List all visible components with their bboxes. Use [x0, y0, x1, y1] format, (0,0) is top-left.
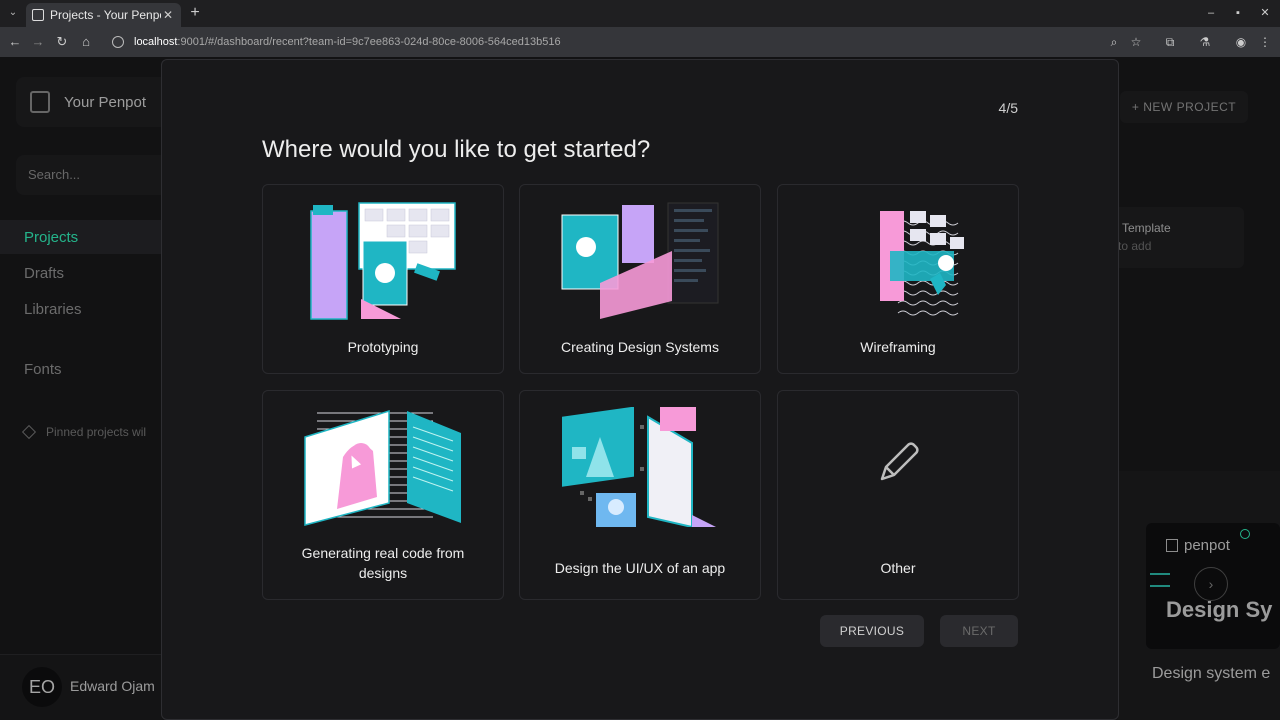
minimize-icon[interactable]: – — [1201, 4, 1221, 22]
back-arrow-icon[interactable]: ← — [6, 33, 24, 51]
reload-icon[interactable]: ↻ — [53, 33, 71, 51]
labs-flask-icon[interactable]: ⚗ — [1196, 33, 1214, 51]
home-icon[interactable]: ⌂ — [77, 33, 95, 51]
option-label: Creating Design Systems — [561, 339, 719, 355]
code-generation-illustration-icon — [304, 409, 461, 526]
wireframing-illustration-icon — [880, 211, 964, 316]
menu-kebab-icon[interactable]: ⋮ — [1256, 33, 1274, 51]
url-field[interactable]: localhost:9001/#/dashboard/recent?team-i… — [104, 31, 1154, 53]
forward-arrow-icon[interactable]: → — [29, 33, 47, 51]
option-label: Other — [880, 560, 916, 576]
option-label: Design the UI/UX of an app — [554, 560, 726, 576]
tab-title: Projects - Your Penpot — [50, 8, 161, 22]
close-window-icon[interactable]: ✕ — [1255, 4, 1275, 22]
pencil-icon — [880, 442, 919, 481]
profile-icon[interactable]: ◉ — [1232, 33, 1250, 51]
option-label: Generating real code from designs — [301, 545, 465, 581]
url-path: :9001/#/dashboard/recent?team-id=9c7ee86… — [177, 36, 561, 48]
address-bar: ← → ↻ ⌂ localhost:9001/#/dashboard/recen… — [0, 27, 1280, 57]
site-info-icon[interactable] — [112, 36, 124, 48]
prototyping-illustration-icon — [310, 202, 456, 320]
extensions-icon[interactable]: ⧉ — [1161, 33, 1179, 51]
modal-question: Where would you like to get started? — [262, 136, 651, 163]
onboarding-modal: 4/5 Where would you like to get started?… — [161, 59, 1119, 720]
next-button[interactable]: NEXT — [940, 615, 1018, 647]
option-wireframing[interactable]: Wireframing — [777, 184, 1019, 374]
option-label: Prototyping — [347, 339, 419, 355]
new-tab-plus-icon[interactable]: + — [186, 4, 204, 22]
browser-tab-bar: ⌄ Projects - Your Penpot ✕ + – ▪ ✕ — [0, 0, 1280, 27]
design-systems-illustration-icon — [561, 202, 719, 319]
maximize-icon[interactable]: ▪ — [1228, 4, 1248, 22]
option-other[interactable]: Other — [777, 390, 1019, 600]
step-counter: 4/5 — [998, 100, 1018, 116]
browser-tab[interactable]: Projects - Your Penpot ✕ — [26, 3, 181, 27]
tab-close-icon[interactable]: ✕ — [161, 8, 175, 22]
previous-button[interactable]: PREVIOUS — [820, 615, 924, 647]
option-design-systems[interactable]: Creating Design Systems — [519, 184, 761, 374]
option-ui-ux-app[interactable]: Design the UI/UX of an app — [519, 390, 761, 600]
option-label: Wireframing — [860, 339, 936, 355]
zoom-icon[interactable]: ⌕ — [1105, 33, 1123, 51]
option-generating-code[interactable]: Generating real code from designs — [262, 390, 504, 600]
ui-ux-illustration-icon — [562, 407, 716, 527]
penpot-favicon-icon — [32, 9, 44, 21]
option-prototyping[interactable]: Prototyping — [262, 184, 504, 374]
bookmark-star-icon[interactable]: ☆ — [1127, 33, 1145, 51]
tab-list-chevron-icon[interactable]: ⌄ — [4, 4, 22, 22]
url-host: localhost — [134, 36, 178, 48]
